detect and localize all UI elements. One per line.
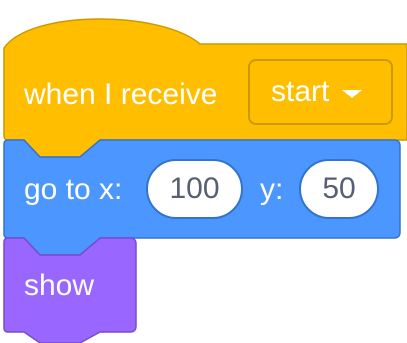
go-to-x-label: go to x: bbox=[24, 173, 123, 206]
message-dropdown-value: start bbox=[271, 75, 330, 108]
dropdown-arrow-icon bbox=[342, 90, 363, 98]
message-dropdown[interactable]: start bbox=[248, 59, 393, 125]
show-label: show bbox=[24, 269, 95, 302]
when-i-receive-label: when I receive bbox=[24, 78, 218, 111]
y-label: y: bbox=[260, 173, 284, 206]
x-value-input[interactable]: 100 bbox=[146, 159, 243, 219]
script-canvas: when I receive start go to x: 100 y: 50 … bbox=[0, 0, 407, 343]
y-value-input[interactable]: 50 bbox=[299, 159, 379, 219]
